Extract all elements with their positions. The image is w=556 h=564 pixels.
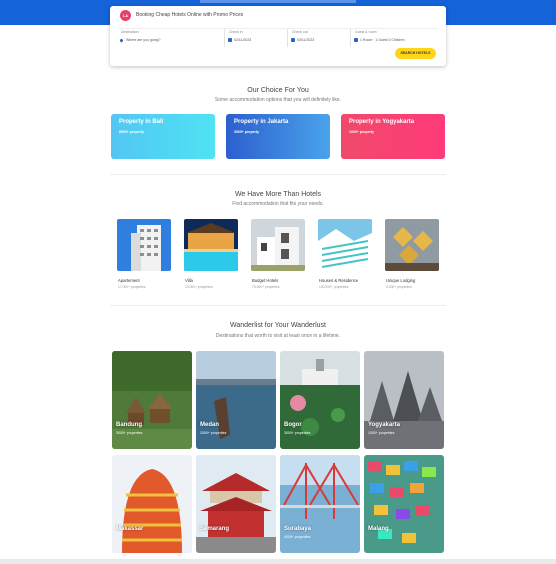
- wanderlist-section-subtitle: Destinations that worth to visit at leas…: [215, 333, 341, 339]
- destination-input[interactable]: Where are you going?: [126, 38, 160, 42]
- active-tab-indicator: [200, 0, 356, 3]
- property-card-yogyakarta[interactable]: Property in Yogyakarta 1000+ property: [341, 114, 445, 159]
- destination-name: Semarang: [200, 526, 230, 532]
- brand-logo[interactable]: LA: [120, 10, 131, 21]
- guest-value[interactable]: 1 Room · 1 Guest 0 Children: [360, 38, 405, 42]
- destination-name: Yogyakarta: [368, 422, 400, 428]
- type-name: Apartement: [118, 278, 140, 283]
- choice-section-title: Our Choice For You: [247, 87, 309, 94]
- destination-name: Medan: [200, 422, 220, 428]
- checkout-label: Check out: [292, 30, 308, 34]
- unique-lodging-image: [385, 219, 439, 271]
- type-count: 5,000+ properties: [386, 285, 412, 289]
- property-card-jakarta[interactable]: Property in Jakarta 3000+ property: [226, 114, 330, 159]
- makassar-image: [112, 455, 192, 553]
- destination-card-bogor[interactable]: Bogor 3000+ properties: [280, 351, 360, 449]
- destination-field[interactable]: Destination Where are you going?: [118, 29, 225, 47]
- guest-room-field[interactable]: Guest & room 1 Room · 1 Guest 0 Children: [352, 29, 440, 47]
- wanderlist-section-title: Wanderlist for Your Wanderlust: [230, 322, 326, 329]
- destination-card-surabaya[interactable]: Surabaya 4000+ properties: [280, 455, 360, 553]
- property-card-title: Property in Bali: [119, 119, 164, 125]
- checkin-label: Check in: [229, 30, 243, 34]
- property-card-title: Property in Yogyakarta: [349, 119, 415, 125]
- property-card-count: 8000+ property: [119, 130, 144, 134]
- destination-count: 1000+ properties: [368, 431, 395, 435]
- type-name: Villa: [185, 278, 193, 283]
- checkin-field[interactable]: Check in 02/11/2023: [226, 29, 288, 47]
- type-count: 10,000+ properties: [185, 285, 213, 289]
- type-card-budget-hotels[interactable]: Budget Hotels 75,000+ properties: [251, 219, 305, 289]
- location-pin-icon: [119, 38, 124, 43]
- property-card-title: Property in Jakarta: [234, 119, 289, 125]
- destination-card-medan[interactable]: Medan 2000+ properties: [196, 351, 276, 449]
- destination-name: Bandung: [116, 422, 142, 428]
- property-card-bali[interactable]: Property in Bali 8000+ property: [111, 114, 215, 159]
- destination-count: 4000+ properties: [284, 535, 311, 539]
- page-bottom-edge: [0, 559, 556, 564]
- destination-name: Makassar: [116, 526, 144, 532]
- destination-card-yogyakarta[interactable]: Yogyakarta 1000+ properties: [364, 351, 444, 449]
- calendar-icon: [228, 38, 232, 42]
- checkin-date[interactable]: 02/11/2023: [234, 38, 251, 42]
- type-card-unique-lodging[interactable]: Unique Lodging 5,000+ properties: [385, 219, 439, 289]
- destination-count: 2000+ properties: [200, 431, 227, 435]
- type-name: Unique Lodging: [386, 278, 416, 283]
- malang-image: [364, 455, 444, 553]
- type-card-villa[interactable]: Villa 10,000+ properties: [184, 219, 238, 289]
- apartement-image: [117, 219, 171, 271]
- type-name: Budget Hotels: [252, 278, 279, 283]
- type-card-houses-residence[interactable]: Houses & Residence 100,000+ properties: [318, 219, 372, 289]
- destination-card-semarang[interactable]: Semarang: [196, 455, 276, 553]
- section-divider: [110, 305, 446, 306]
- type-count: 75,000+ properties: [252, 285, 280, 289]
- choice-section-subtitle: Some accommodation options that you will…: [214, 97, 342, 103]
- checkout-field[interactable]: Check out 03/11/2023: [289, 29, 351, 47]
- property-card-count: 3000+ property: [234, 130, 259, 134]
- destination-name: Bogor: [284, 422, 302, 428]
- property-card-count: 1000+ property: [349, 130, 374, 134]
- guest-label: Guest & room: [355, 30, 377, 34]
- type-name: Houses & Residence: [319, 278, 359, 283]
- budget-hotels-image: [251, 219, 305, 271]
- person-icon: [354, 38, 358, 42]
- destination-card-malang[interactable]: Malang: [364, 455, 444, 553]
- types-section-subtitle: Find accommodation that fits your needs.: [232, 201, 324, 207]
- search-card-title: Booking Cheap Hotels Online with Promo P…: [136, 12, 244, 18]
- destination-card-makassar[interactable]: Makassar: [112, 455, 192, 553]
- type-count: 17,000+ properties: [118, 285, 146, 289]
- houses-residence-image: [318, 219, 372, 271]
- type-count: 100,000+ properties: [319, 285, 349, 289]
- checkout-date[interactable]: 03/11/2023: [297, 38, 314, 42]
- destination-label: Destination: [121, 30, 139, 34]
- section-divider: [110, 174, 446, 175]
- destination-card-bandung[interactable]: Bandung 3000+ properties: [112, 351, 192, 449]
- semarang-image: [196, 455, 276, 553]
- types-section-title: We Have More Than Hotels: [234, 191, 322, 198]
- type-card-apartement[interactable]: Apartement 17,000+ properties: [117, 219, 171, 289]
- hotel-search-card: LA Booking Cheap Hotels Online with Prom…: [110, 6, 446, 66]
- villa-image: [184, 219, 238, 271]
- calendar-icon: [291, 38, 295, 42]
- destination-name: Malang: [368, 526, 389, 532]
- destination-count: 3000+ properties: [284, 431, 311, 435]
- destination-name: Surabaya: [284, 526, 312, 532]
- search-hotels-button[interactable]: SEARCH HOTELS: [395, 48, 436, 59]
- destination-count: 3000+ properties: [116, 431, 143, 435]
